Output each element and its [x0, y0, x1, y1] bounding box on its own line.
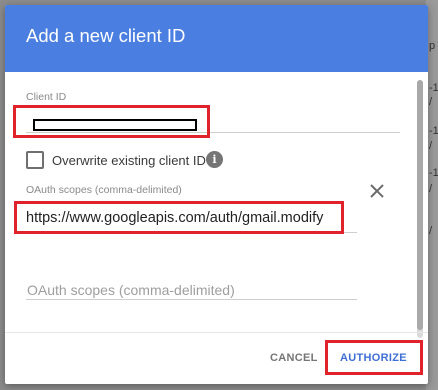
info-icon[interactable]: i: [206, 151, 223, 168]
background-text: p: [429, 40, 436, 52]
client-id-label: Client ID: [26, 91, 67, 103]
oauth-scopes-input[interactable]: https://www.googleapis.com/auth/gmail.mo…: [26, 210, 323, 226]
background-text: /: [429, 183, 433, 195]
oauth-scopes-label: OAuth scopes (comma-delimited): [26, 184, 182, 196]
background-text: -1: [429, 167, 438, 179]
close-icon[interactable]: [367, 181, 387, 201]
background-text: /: [429, 140, 433, 152]
background-text: /: [429, 225, 433, 237]
oauth-scopes-underline: [26, 232, 357, 233]
add-client-id-dialog: Add a new client ID Client ID Overwrite …: [5, 5, 428, 384]
background-text: /: [429, 96, 433, 108]
dialog-scrollbar[interactable]: [417, 80, 423, 338]
overwrite-checkbox-label[interactable]: Overwrite existing client ID: [52, 153, 206, 168]
client-id-input[interactable]: [33, 119, 197, 131]
authorize-button[interactable]: AUTHORIZE: [340, 352, 407, 364]
background-text: -1: [429, 125, 438, 137]
oauth-scopes-input-empty[interactable]: OAuth scopes (comma-delimited): [27, 282, 235, 298]
dialog-header: Add a new client ID: [5, 5, 428, 72]
footer-divider: [5, 332, 428, 333]
client-id-underline: [26, 132, 400, 133]
cancel-button[interactable]: CANCEL: [270, 352, 318, 364]
background-text: -1: [429, 82, 438, 94]
dialog-title: Add a new client ID: [26, 25, 186, 46]
scrollbar-thumb[interactable]: [417, 80, 423, 330]
oauth-scopes-empty-underline: [26, 299, 357, 300]
overwrite-checkbox[interactable]: [26, 151, 44, 169]
